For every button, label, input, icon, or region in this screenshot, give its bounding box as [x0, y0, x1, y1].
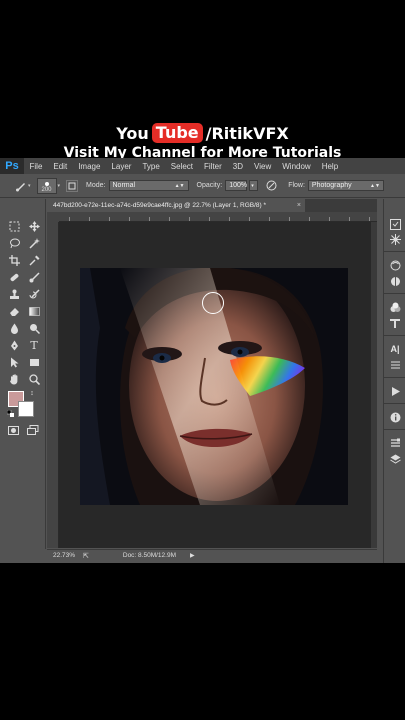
menu-file[interactable]: File	[24, 162, 48, 171]
brush-cursor	[202, 292, 224, 314]
swatches-icon[interactable]	[388, 274, 402, 288]
screen: You Tube /RitikVFX Visit My Channel for …	[0, 0, 405, 720]
styles-icon[interactable]	[388, 316, 402, 330]
banner-you: You	[116, 123, 149, 143]
pressure-opacity-icon[interactable]	[264, 179, 278, 193]
panel-dock: A|	[383, 199, 405, 563]
opacity-input[interactable]: 100%	[225, 180, 248, 191]
flow-label: Flow:	[288, 182, 305, 189]
history-brush-icon[interactable]	[27, 287, 41, 301]
canvas-area[interactable]	[59, 222, 371, 548]
menu-help[interactable]: Help	[316, 162, 343, 171]
banner-title: You Tube /RitikVFX	[0, 122, 405, 144]
type-icon[interactable]: T	[27, 338, 41, 352]
banner-handle: /RitikVFX	[205, 123, 289, 143]
mode-select[interactable]: Normal ▲▼	[108, 180, 189, 191]
eyedropper-icon[interactable]	[27, 253, 41, 267]
flow-chevron-icon: ▲▼	[370, 182, 380, 189]
path-selection-icon[interactable]	[7, 355, 21, 369]
paragraph-icon[interactable]	[388, 358, 402, 372]
blur-icon[interactable]	[7, 321, 21, 335]
channel-banner: You Tube /RitikVFX Visit My Channel for …	[0, 122, 405, 161]
move-icon[interactable]	[27, 219, 41, 233]
preset-chevron-icon[interactable]: ▾	[28, 183, 31, 189]
youtube-logo: Tube	[151, 123, 203, 143]
menu-type[interactable]: Type	[137, 162, 165, 171]
background-color-swatch[interactable]	[18, 401, 34, 417]
vertical-ruler	[47, 222, 59, 548]
quick-mask-icon[interactable]	[6, 423, 20, 437]
mode-label: Mode:	[86, 182, 106, 189]
photoshop-window: Ps File Edit Image Layer Type Select Fil…	[0, 158, 405, 563]
gradient-icon[interactable]	[27, 304, 41, 318]
zoom-level[interactable]: 22.73%	[53, 552, 81, 559]
document-size: Doc: 8.50M/12.9M	[122, 552, 176, 559]
info-icon[interactable]	[388, 410, 402, 424]
marquee-icon[interactable]	[7, 219, 21, 233]
menu-layer[interactable]: Layer	[106, 162, 137, 171]
hand-icon[interactable]	[7, 372, 21, 386]
opacity-dropdown[interactable]: ▾	[249, 180, 259, 191]
menu-view[interactable]: View	[249, 162, 277, 171]
properties-icon[interactable]	[388, 232, 402, 246]
ruler-corner	[47, 212, 59, 222]
menu-edit[interactable]: Edit	[48, 162, 73, 171]
rectangle-icon[interactable]	[27, 355, 41, 369]
default-colors-icon[interactable]	[6, 409, 14, 417]
document-tab-bar: 447bd200-e72e-11ec-a74c-d59e9cae4ffc.jpg…	[47, 199, 377, 212]
crop-icon[interactable]	[7, 253, 21, 267]
opacity-value: 100%	[229, 182, 248, 189]
brush-size-value: 200	[41, 186, 52, 193]
document-tab[interactable]: 447bd200-e72e-11ec-a74c-d59e9cae4ffc.jpg…	[47, 199, 305, 212]
options-bar: ▾ 200 ▾ Mode: Normal ▲▼ Opacity: 100% ▾ F…	[0, 174, 405, 198]
brush-icon[interactable]	[27, 270, 41, 284]
toolbox: T ↕	[0, 199, 46, 549]
eraser-icon[interactable]	[7, 304, 21, 318]
screen-mode-icon[interactable]	[26, 423, 40, 437]
clone-stamp-icon[interactable]	[7, 287, 21, 301]
photoshop-logo: Ps	[0, 158, 24, 174]
vertical-scrollbar[interactable]	[371, 222, 377, 548]
lasso-icon[interactable]	[7, 236, 21, 250]
dodge-icon[interactable]	[27, 321, 41, 335]
brush-size-picker[interactable]: 200	[36, 177, 57, 194]
size-chevron-icon[interactable]: ▾	[58, 183, 61, 189]
adjustments-icon[interactable]	[388, 300, 402, 314]
status-menu-icon[interactable]: ▶	[190, 552, 195, 559]
actions-icon[interactable]	[388, 384, 402, 398]
brush-preset-icon[interactable]	[14, 179, 28, 193]
character-icon[interactable]: A|	[388, 342, 402, 356]
share-icon[interactable]: ⇱	[83, 552, 89, 560]
channels-icon[interactable]	[388, 436, 402, 450]
close-icon[interactable]: ×	[297, 202, 301, 209]
status-bar: 22.73% ⇱ Doc: 8.50M/12.9M ▶	[47, 549, 377, 561]
menu-window[interactable]: Window	[277, 162, 316, 171]
layers-icon[interactable]	[388, 452, 402, 466]
horizontal-ruler	[59, 212, 377, 222]
color-icon[interactable]	[388, 258, 402, 272]
menu-image[interactable]: Image	[73, 162, 106, 171]
pen-icon[interactable]	[7, 338, 21, 352]
opacity-chevron-icon: ▾	[251, 182, 254, 189]
brush-panel-toggle-icon[interactable]	[66, 179, 79, 192]
mode-chevron-icon: ▲▼	[174, 182, 185, 189]
menu-select[interactable]: Select	[165, 162, 198, 171]
healing-brush-icon[interactable]	[7, 270, 21, 284]
brush-tip-icon	[44, 181, 49, 186]
history-icon[interactable]	[388, 217, 402, 231]
menu-3d[interactable]: 3D	[227, 162, 248, 171]
flow-value: Photography	[311, 182, 352, 189]
zoom-icon[interactable]	[27, 372, 41, 386]
swap-colors-icon[interactable]: ↕	[28, 389, 36, 397]
menu-filter[interactable]: Filter	[199, 162, 228, 171]
magic-wand-icon[interactable]	[27, 236, 41, 250]
mode-value: Normal	[112, 182, 136, 189]
document-tab-title: 447bd200-e72e-11ec-a74c-d59e9cae4ffc.jpg…	[53, 202, 267, 209]
menu-bar: Ps File Edit Image Layer Type Select Fil…	[0, 158, 405, 174]
opacity-label: Opacity:	[196, 182, 223, 189]
flow-select[interactable]: Photography ▲▼	[307, 180, 384, 191]
